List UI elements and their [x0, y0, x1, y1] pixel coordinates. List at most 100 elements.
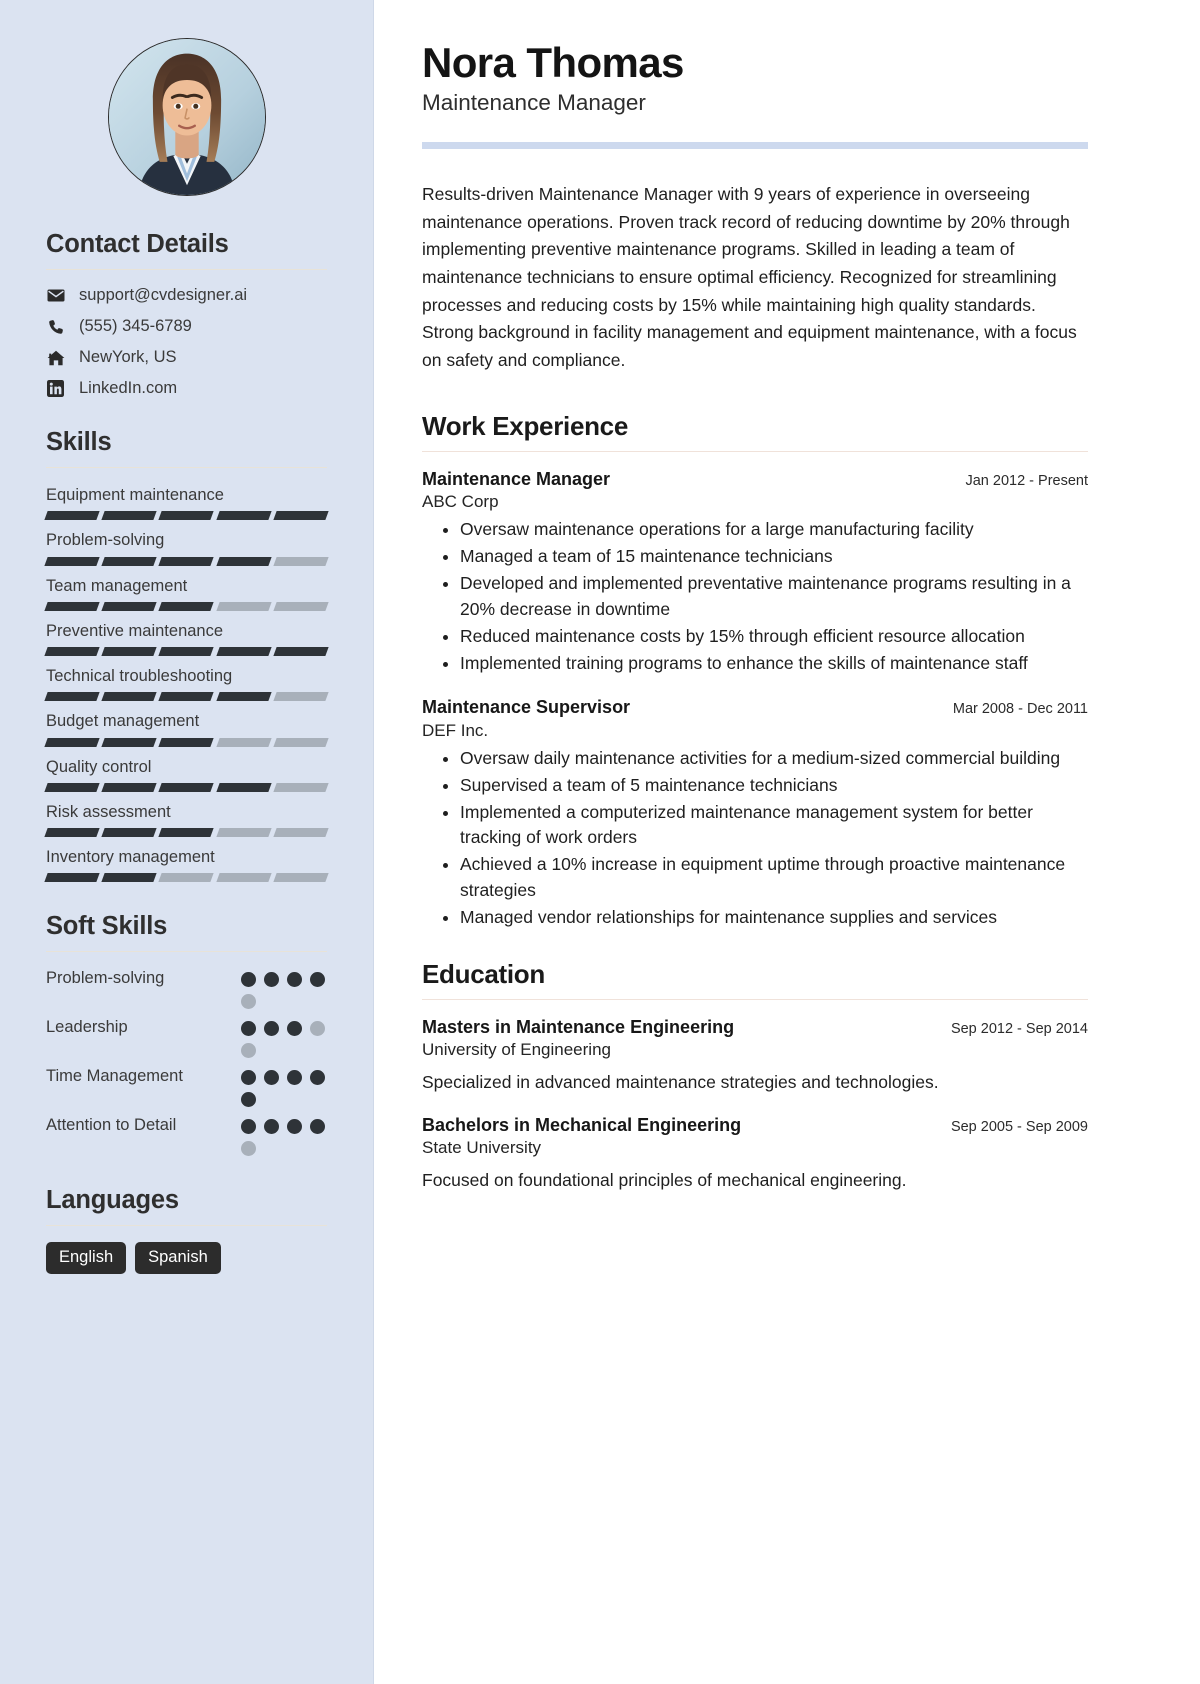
rating-dot	[287, 972, 302, 988]
skill-label: Equipment maintenance	[46, 486, 224, 504]
soft-skill-item: Attention to Detail	[46, 1115, 327, 1157]
skill-bar-segment	[101, 737, 158, 747]
rating-dot	[241, 1021, 256, 1037]
envelope-icon	[46, 287, 65, 304]
header-accent-bar	[422, 142, 1088, 150]
professional-summary: Results-driven Maintenance Manager with …	[422, 184, 1077, 371]
entry-bullet-list: Oversaw daily maintenance activities for…	[422, 746, 1088, 931]
skill-item: Budget management	[44, 710, 329, 747]
skill-item: Inventory management	[44, 846, 329, 883]
section-divider	[422, 999, 1088, 1001]
contact-item-linkedin[interactable]: LinkedIn.com	[46, 379, 327, 398]
section-divider	[422, 450, 1088, 452]
contact-value: (555) 345-6789	[79, 317, 192, 335]
soft-skill-label: Problem-solving	[46, 969, 165, 988]
skill-level-bar	[44, 828, 329, 838]
skill-item: Problem-solving	[44, 529, 329, 566]
entry-institution: State University	[422, 1138, 542, 1158]
skill-bar-segment	[273, 601, 329, 611]
soft-skills-list: Problem-solving Leadership Time Management…	[46, 968, 327, 1157]
skill-level-bar	[44, 647, 329, 657]
soft-skill-item: Time Management	[46, 1066, 327, 1108]
skill-bar-segment	[273, 647, 329, 657]
entry-header: Masters in Maintenance Engineering Sep 20…	[422, 1016, 1088, 1039]
entry-degree: Bachelors in Mechanical Engineering	[422, 1114, 742, 1135]
entry-bullet-list: Oversaw maintenance operations for a lar…	[422, 517, 1088, 676]
skill-bar-segment	[44, 511, 100, 521]
skill-level-bar	[44, 782, 329, 792]
skills-heading: Skills	[46, 428, 112, 456]
skill-bar-segment	[158, 647, 215, 657]
skill-bar-segment	[215, 692, 272, 702]
skill-label: Problem-solving	[46, 531, 165, 550]
entry-description: Specialized in advanced maintenance stra…	[422, 1072, 939, 1093]
skill-bar-segment	[158, 692, 215, 702]
entry-date-range: Sep 2005 - Sep 2009	[950, 1118, 1088, 1135]
skills-list: Equipment maintenance Problem-solving Team…	[44, 484, 329, 883]
rating-dot	[310, 1070, 325, 1086]
skill-level-bar	[44, 737, 329, 747]
contact-item-email[interactable]: support@cvdesigner.ai	[46, 286, 327, 305]
rating-dot	[241, 972, 256, 988]
skill-label: Budget management	[46, 712, 200, 731]
bullet-item: Achieved a 10% increase in equipment upt…	[460, 852, 1088, 904]
bullet-item: Developed and implemented preventative m…	[460, 571, 1088, 623]
skill-bar-segment	[101, 873, 158, 883]
entry-company: ABC Corp	[422, 492, 499, 512]
skill-bar-segment	[44, 873, 100, 883]
rating-dot	[264, 1119, 279, 1135]
rating-dot	[241, 1141, 256, 1157]
skills-section: Skills Equipment maintenance Problem-solv…	[44, 428, 329, 883]
entry-header: Maintenance Manager Jan 2012 - Present	[422, 468, 1088, 491]
entry-institution: University of Engineering	[422, 1040, 611, 1060]
skill-bar-segment	[44, 601, 100, 611]
skill-bar-segment	[158, 511, 215, 521]
skill-item: Technical troubleshooting	[44, 665, 329, 702]
skill-label: Quality control	[46, 757, 152, 776]
sidebar: Contact Details support@cvdesigner.ai (5…	[0, 0, 374, 1684]
entry-header: Bachelors in Mechanical Engineering Sep 2…	[422, 1114, 1088, 1137]
skill-bar-segment	[158, 737, 215, 747]
contact-item-phone[interactable]: (555) 345-6789	[46, 317, 327, 336]
soft-skill-rating	[241, 1115, 327, 1157]
rating-dot	[264, 1070, 279, 1086]
contact-value: support@cvdesigner.ai	[79, 286, 248, 304]
skill-item: Team management	[44, 575, 329, 611]
bullet-item: Oversaw daily maintenance activities for…	[460, 746, 1088, 772]
skill-bar-segment	[215, 828, 272, 838]
skill-bar-segment	[158, 556, 215, 566]
skill-bar-segment	[273, 556, 329, 566]
rating-dot	[241, 1092, 256, 1108]
work-experience-entry: Maintenance Manager Jan 2012 - Present ABC…	[422, 468, 1088, 677]
soft-skill-rating	[241, 1066, 327, 1108]
skill-bar-segment	[273, 873, 329, 883]
skill-level-bar	[44, 556, 329, 566]
language-pill: English	[46, 1242, 127, 1274]
entry-degree: Masters in Maintenance Engineering	[422, 1017, 735, 1038]
skill-bar-segment	[101, 601, 158, 611]
education-section: Education Masters in Maintenance Enginee…	[422, 959, 1088, 1193]
rating-dot	[264, 1021, 279, 1037]
entry-job-title: Maintenance Supervisor	[422, 697, 631, 718]
skill-bar-segment	[215, 556, 272, 566]
rating-dot	[310, 1021, 325, 1037]
languages-heading: Languages	[46, 1186, 179, 1215]
contact-value: NewYork, US	[79, 348, 177, 366]
skill-bar-segment	[101, 692, 158, 702]
soft-skill-label: Leadership	[46, 1018, 128, 1037]
education-entry: Masters in Maintenance Engineering Sep 20…	[422, 1016, 1088, 1096]
language-pill-list: English Spanish	[46, 1242, 327, 1274]
section-divider	[46, 1225, 327, 1227]
rating-dot	[241, 1043, 256, 1059]
work-experience-entry: Maintenance Supervisor Mar 2008 - Dec 201…	[422, 696, 1088, 931]
job-title: Maintenance Manager	[422, 90, 646, 116]
contact-item-location[interactable]: NewYork, US	[46, 348, 327, 367]
skill-bar-segment	[273, 692, 329, 702]
entry-description: Focused on foundational principles of me…	[422, 1170, 907, 1191]
resume-page: Contact Details support@cvdesigner.ai (5…	[0, 0, 1200, 1684]
contact-value: LinkedIn.com	[79, 379, 178, 397]
skill-bar-segment	[215, 782, 272, 792]
section-divider	[46, 269, 327, 270]
skill-bar-segment	[273, 737, 329, 747]
skill-bar-segment	[273, 782, 329, 792]
